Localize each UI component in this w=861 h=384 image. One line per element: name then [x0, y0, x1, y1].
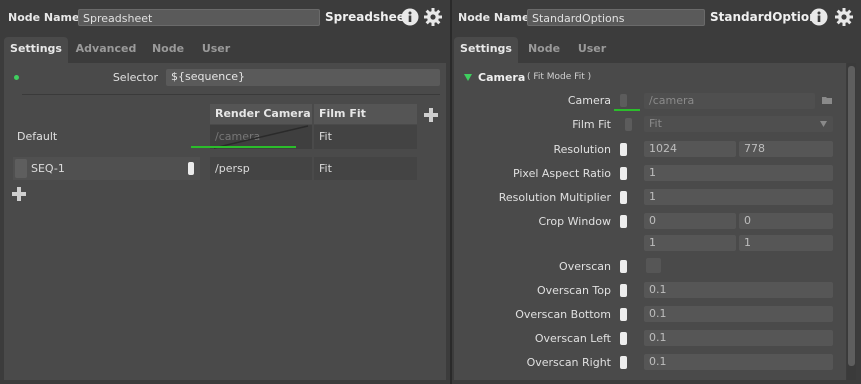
default-row-label: Default [17, 130, 58, 143]
node-name-label: Node Name [8, 11, 80, 24]
node-name-field[interactable]: StandardOptions [527, 9, 705, 26]
camera-toggle[interactable] [620, 94, 627, 107]
selector-input[interactable]: ${sequence} [166, 69, 440, 86]
overscan-top-input[interactable]: 0.1 [644, 282, 833, 298]
tab-user[interactable]: User [570, 37, 614, 63]
node-type-label: StandardOptions [710, 10, 825, 24]
add-row-plus-icon[interactable] [12, 187, 26, 201]
pixel-aspect-toggle[interactable] [620, 167, 627, 180]
tab-node[interactable]: Node [144, 37, 192, 63]
crop-window-toggle[interactable] [620, 215, 627, 228]
row-name-seq-1[interactable]: SEQ-1 [13, 157, 200, 180]
node-type-label: Spreadsheet [325, 10, 411, 24]
seq-1-film-fit-cell[interactable]: Fit [314, 157, 417, 180]
folder-icon[interactable] [822, 96, 832, 104]
column-header-render-camera[interactable]: Render Camera [210, 104, 312, 124]
crop-min-y-input[interactable]: 0 [739, 213, 833, 229]
tab-settings[interactable]: Settings [454, 37, 518, 63]
overscan-right-toggle[interactable] [620, 356, 627, 369]
dropdown-arrow-icon [820, 121, 827, 127]
res-multiplier-toggle[interactable] [620, 191, 627, 204]
camera-input[interactable]: /camera [644, 93, 815, 109]
overscan-toggle[interactable] [620, 260, 627, 273]
row-drag-handle[interactable] [15, 159, 27, 178]
info-icon[interactable] [401, 8, 419, 26]
crop-max-x-input[interactable]: 1 [644, 235, 736, 251]
res-multiplier-input[interactable]: 1 [644, 189, 833, 205]
film-fit-value: Fit [649, 117, 662, 130]
res-multiplier-label: Resolution Multiplier [498, 191, 611, 204]
pixel-aspect-input[interactable]: 1 [644, 165, 833, 181]
gear-icon[interactable] [835, 8, 853, 26]
info-icon[interactable] [810, 8, 828, 26]
resolution-width-input[interactable]: 1024 [644, 141, 736, 157]
selector-label: Selector [112, 71, 158, 84]
overscan-top-label: Overscan Top [536, 284, 611, 297]
node-name-label: Node Name [458, 11, 530, 24]
active-row-indicator [191, 146, 296, 148]
right-tab-bar: Settings Node User [454, 37, 859, 63]
standard-options-panel: Node Name StandardOptions StandardOption… [452, 0, 861, 384]
scrollbar-thumb[interactable] [848, 66, 855, 366]
spreadsheet-editor-panel: Node Name Spreadsheet Spreadsheet Settin… [0, 0, 450, 384]
left-settings-content: Selector ${sequence} Render Camera Film … [4, 63, 446, 380]
tab-advanced[interactable]: Advanced [72, 37, 140, 63]
row-name-label: SEQ-1 [31, 162, 65, 175]
scrollbar-track[interactable] [847, 63, 856, 380]
overscan-bottom-label: Overscan Bottom [515, 308, 611, 321]
crop-min-x-input[interactable]: 0 [644, 213, 736, 229]
crop-max-y-input[interactable]: 1 [739, 235, 833, 251]
overscan-left-label: Overscan Left [534, 332, 611, 345]
enabled-indicator[interactable] [14, 75, 19, 80]
divider [22, 94, 440, 95]
overscan-top-toggle[interactable] [620, 284, 627, 297]
section-title[interactable]: Camera [478, 71, 525, 84]
triangle-down-icon[interactable] [464, 74, 472, 81]
overscan-left-input[interactable]: 0.1 [644, 330, 833, 346]
film-fit-toggle[interactable] [625, 118, 632, 131]
row-enabled-toggle[interactable] [188, 162, 194, 175]
pixel-aspect-label: Pixel Aspect Ratio [512, 167, 611, 180]
add-column-plus-icon[interactable] [424, 108, 438, 122]
crop-window-label: Crop Window [538, 215, 611, 228]
section-subtitle: ( Fit Mode Fit ) [527, 72, 592, 82]
node-name-field[interactable]: Spreadsheet [78, 9, 320, 26]
default-film-fit-cell[interactable]: Fit [314, 125, 417, 149]
resolution-label: Resolution [553, 143, 611, 156]
column-header-film-fit[interactable]: Film Fit [314, 104, 417, 124]
overscan-bottom-toggle[interactable] [620, 308, 627, 321]
film-fit-label: Film Fit [572, 118, 611, 131]
camera-active-indicator [614, 109, 640, 111]
overscan-checkbox[interactable] [646, 258, 661, 273]
overscan-right-label: Overscan Right [526, 356, 611, 369]
right-settings-content: Camera ( Fit Mode Fit ) Camera /camera F… [454, 63, 846, 380]
resolution-toggle[interactable] [620, 143, 627, 156]
overscan-right-input[interactable]: 0.1 [644, 354, 833, 370]
tab-user[interactable]: User [196, 37, 236, 63]
film-fit-dropdown[interactable]: Fit [644, 116, 833, 132]
resolution-height-input[interactable]: 778 [739, 141, 833, 157]
overscan-label: Overscan [559, 260, 611, 273]
overscan-bottom-input[interactable]: 0.1 [644, 306, 833, 322]
camera-label: Camera [567, 94, 611, 107]
seq-1-render-camera-cell[interactable]: /persp [210, 157, 312, 180]
tab-settings[interactable]: Settings [4, 37, 68, 63]
overscan-left-toggle[interactable] [620, 332, 627, 345]
left-tab-bar: Settings Advanced Node User [4, 37, 446, 63]
tab-node[interactable]: Node [524, 37, 564, 63]
gear-icon[interactable] [424, 8, 442, 26]
